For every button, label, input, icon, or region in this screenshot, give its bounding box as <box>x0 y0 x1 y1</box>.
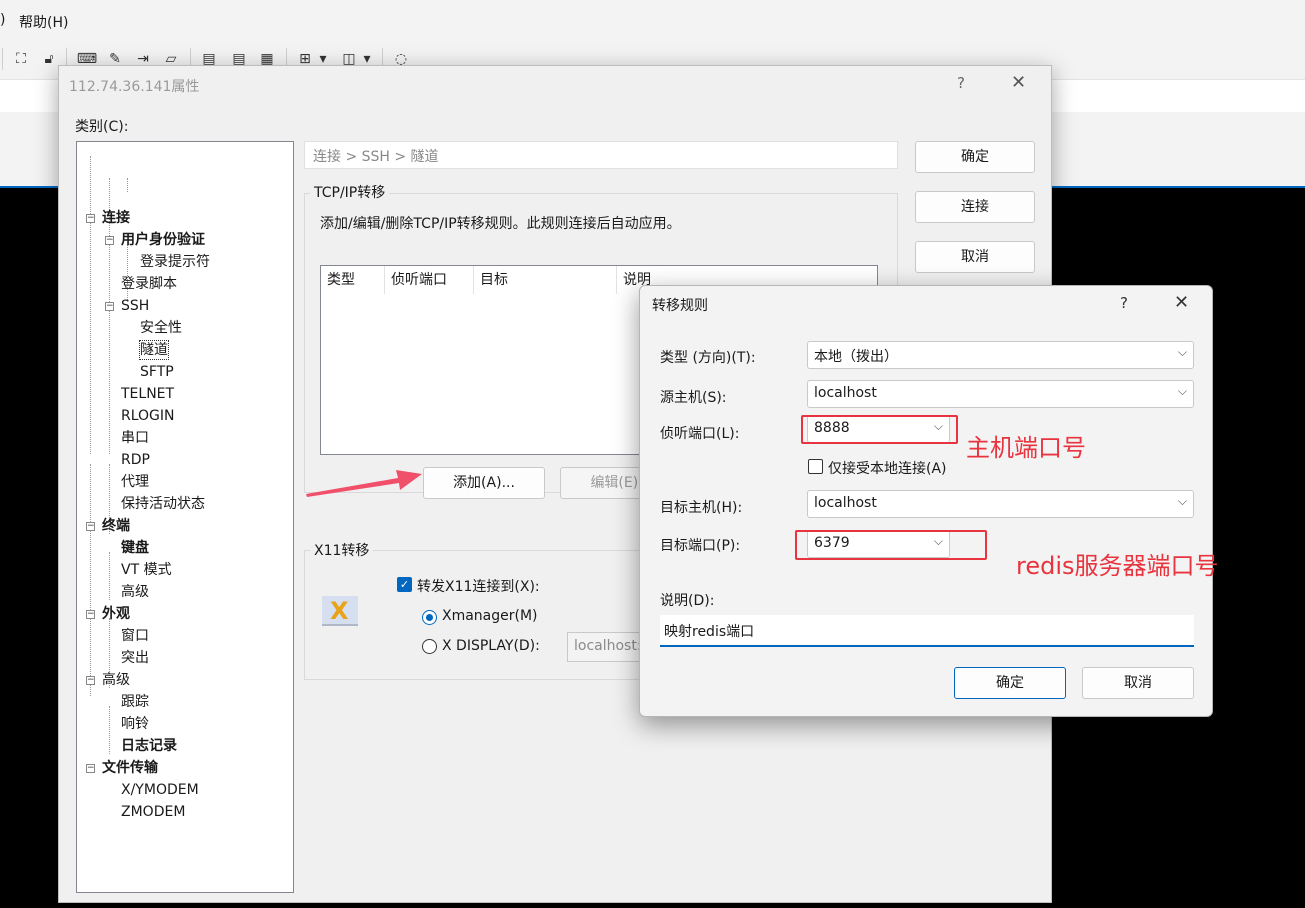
annotation-highlight-listen-port <box>801 415 958 444</box>
source-host-select[interactable]: localhost ⌵ <box>807 380 1194 408</box>
close-icon[interactable]: ✕ <box>1011 72 1026 93</box>
annotation-highlight-target-port <box>795 530 987 560</box>
annotation-host-port: 主机端口号 <box>966 434 1086 462</box>
tree-item-file-transfer[interactable]: 文件传输 <box>102 759 158 777</box>
tree-item-appearance[interactable]: 外观 <box>102 605 130 623</box>
chevron-down-icon: ⌵ <box>1177 494 1187 508</box>
target-port-label: 目标端口(P): <box>660 538 741 554</box>
category-label: 类别(C): <box>75 119 129 135</box>
category-tree[interactable]: − 连接 − 用户身份验证 登录提示符 登录脚本 − SSH 安全性 隧道 SF… <box>76 141 294 893</box>
dialog-title: 转移规则 <box>652 298 708 314</box>
tree-collapse-icon[interactable]: − <box>86 676 95 685</box>
tree-item-terminal[interactable]: 终端 <box>102 517 130 535</box>
forward-x11-label: 转发X11连接到(X): <box>417 579 540 595</box>
ok-button[interactable]: 确定 <box>954 667 1066 699</box>
add-rule-button[interactable]: 添加(A)... <box>423 467 545 499</box>
tree-guide <box>90 156 91 454</box>
target-host-select[interactable]: localhost ⌵ <box>807 490 1194 518</box>
tree-item-rdp[interactable]: RDP <box>121 451 150 469</box>
tree-item-connection[interactable]: 连接 <box>102 209 130 227</box>
dialog-title: 112.74.36.141属性 <box>69 79 200 95</box>
column-header-listen-port[interactable]: 侦听端口 <box>385 266 474 294</box>
tree-item-tunneling[interactable]: 隧道 <box>139 340 169 360</box>
tree-item-serial[interactable]: 串口 <box>121 429 149 447</box>
tree-item-sftp[interactable]: SFTP <box>140 363 174 381</box>
tree-item-window[interactable]: 窗口 <box>121 627 149 645</box>
tree-collapse-icon[interactable]: − <box>86 610 95 619</box>
annotation-redis-port: redis服务器端口号 <box>1016 552 1219 580</box>
tree-item-login-script[interactable]: 登录脚本 <box>121 275 177 293</box>
menu-fragment: ) <box>0 12 6 28</box>
ok-button[interactable]: 确定 <box>915 141 1035 173</box>
cancel-button[interactable]: 取消 <box>915 241 1035 273</box>
menu-bar: ) 帮助(H) <box>0 0 1305 42</box>
connect-button[interactable]: 连接 <box>915 191 1035 223</box>
tree-collapse-icon[interactable]: − <box>86 214 95 223</box>
fullscreen-icon[interactable]: ⛶ <box>10 48 32 70</box>
description-input[interactable]: 映射redis端口 <box>660 615 1194 647</box>
description-label: 说明(D): <box>660 593 715 609</box>
tree-collapse-icon[interactable]: − <box>86 522 95 531</box>
tree-collapse-icon[interactable]: − <box>86 764 95 773</box>
chevron-down-icon: ⌵ <box>1177 345 1187 359</box>
xdisplay-label: X DISPLAY(D): <box>442 638 540 654</box>
tree-item-logging[interactable]: 日志记录 <box>121 737 177 755</box>
local-only-checkbox[interactable] <box>808 459 823 474</box>
menu-help[interactable]: 帮助(H) <box>19 12 68 32</box>
xdisplay-input[interactable]: localhost: <box>567 632 647 662</box>
xdisplay-radio[interactable] <box>422 639 437 654</box>
lock-icon[interactable]: 🔓︎ <box>38 48 60 70</box>
tree-item-zmodem[interactable]: ZMODEM <box>121 803 185 821</box>
tree-item-xymodem[interactable]: X/YMODEM <box>121 781 199 799</box>
tree-item-security[interactable]: 安全性 <box>140 319 182 337</box>
help-icon[interactable]: ? <box>1120 294 1128 312</box>
tree-item-keyboard[interactable]: 键盘 <box>121 539 149 557</box>
breadcrumb: 连接 > SSH > 隧道 <box>304 141 898 169</box>
tree-item-bell[interactable]: 响铃 <box>121 715 149 733</box>
tree-item-vt-mode[interactable]: VT 模式 <box>121 561 172 579</box>
toolbar-separator <box>2 48 3 70</box>
tree-guide <box>127 244 128 302</box>
close-icon[interactable]: ✕ <box>1174 292 1189 313</box>
annotation-arrow <box>306 470 422 497</box>
column-header-type[interactable]: 类型 <box>321 266 385 294</box>
tree-item-authentication[interactable]: 用户身份验证 <box>121 231 205 249</box>
tree-collapse-icon[interactable]: − <box>105 302 114 311</box>
listen-port-label: 侦听端口(L): <box>660 426 740 442</box>
cancel-button[interactable]: 取消 <box>1082 667 1194 699</box>
tcpip-group-label: TCP/IP转移 <box>310 182 390 202</box>
forward-x11-checkbox[interactable]: ✓ <box>397 577 412 592</box>
tree-item-trace[interactable]: 跟踪 <box>121 693 149 711</box>
tree-guide <box>109 706 110 754</box>
tree-item-login-prompts[interactable]: 登录提示符 <box>140 253 210 271</box>
xmanager-radio[interactable] <box>422 610 437 625</box>
tree-guide <box>109 552 110 600</box>
local-only-label: 仅接受本地连接(A) <box>828 461 947 477</box>
x11-group-label: X11转移 <box>310 540 374 560</box>
help-icon[interactable]: ? <box>957 74 965 92</box>
chevron-down-icon: ⌵ <box>1177 384 1187 398</box>
source-host-label: 源主机(S): <box>660 390 727 406</box>
target-host-label: 目标主机(H): <box>660 500 743 516</box>
forwarding-rule-dialog: 转移规则 ? ✕ 类型 (方向)(T): 本地（拨出） ⌵ 源主机(S): loc… <box>639 285 1213 717</box>
tree-item-advanced[interactable]: 高级 <box>102 671 130 689</box>
tree-item-highlight[interactable]: 突出 <box>121 649 149 667</box>
tree-item-telnet[interactable]: TELNET <box>121 385 174 403</box>
tree-collapse-icon[interactable]: − <box>105 236 114 245</box>
tree-item-terminal-advanced[interactable]: 高级 <box>121 583 149 601</box>
tree-item-ssh[interactable]: SSH <box>121 297 149 315</box>
xmanager-logo-icon: X <box>322 596 358 626</box>
tree-item-proxy[interactable]: 代理 <box>121 473 149 491</box>
tree-guide <box>90 464 91 696</box>
tcpip-description: 添加/编辑/删除TCP/IP转移规则。此规则连接后自动应用。 <box>320 216 681 232</box>
type-label: 类型 (方向)(T): <box>660 350 756 366</box>
type-select[interactable]: 本地（拨出） ⌵ <box>807 341 1194 369</box>
xmanager-label: Xmanager(M) <box>442 608 538 624</box>
tree-item-rlogin[interactable]: RLOGIN <box>121 407 175 425</box>
tree-item-keep-alive[interactable]: 保持活动状态 <box>121 495 205 513</box>
tree-guide <box>127 178 128 192</box>
column-header-target[interactable]: 目标 <box>474 266 617 294</box>
